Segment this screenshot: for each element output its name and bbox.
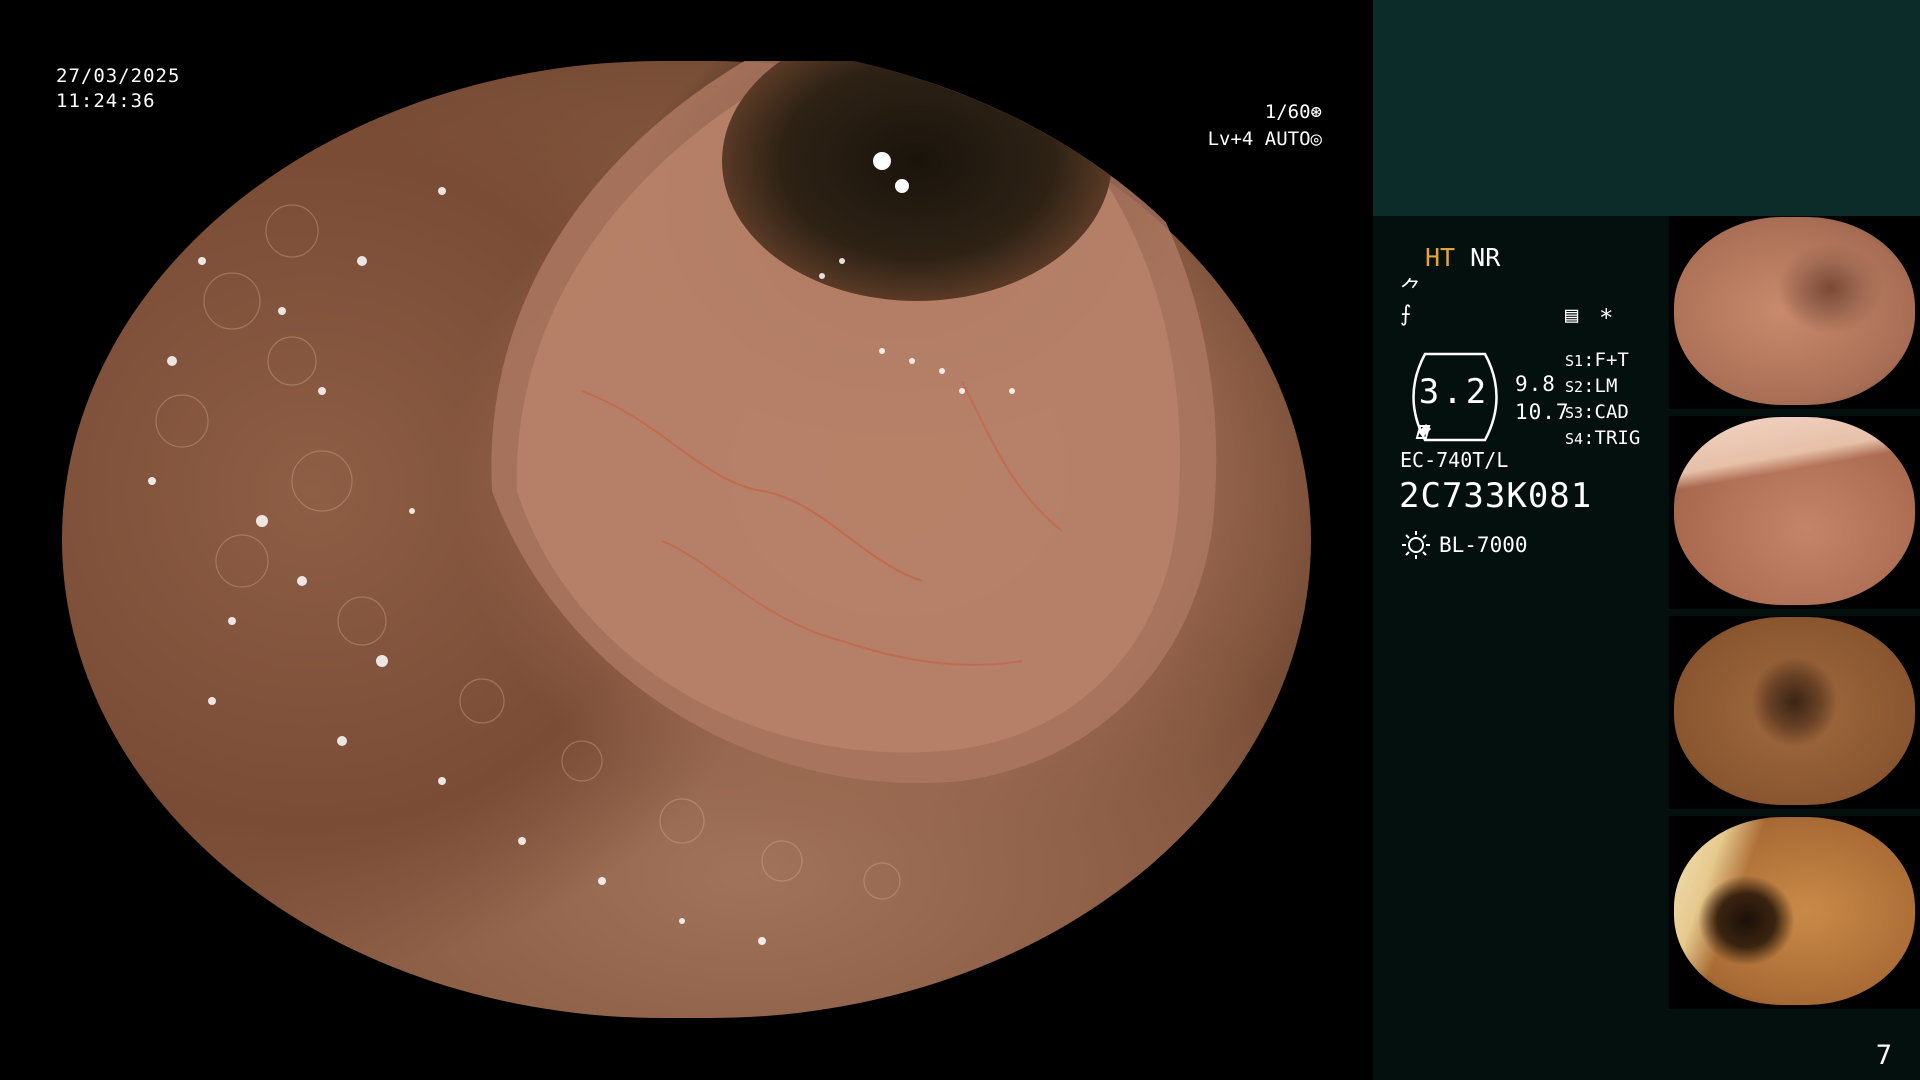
thumbnail-image (1674, 817, 1915, 1005)
ht-label: HT (1425, 243, 1456, 272)
endoscope-view: 27/03/2025 11:24:36 1/60⊛ Lv+4 AUTO◎ (0, 0, 1372, 1080)
side-panel: HT NR ⺈ ⨍ ▤ * 3.2 9.8 10.7 S1:F+T S2:LM … (1373, 0, 1920, 1080)
filter-icon: ⨍ (1400, 302, 1412, 327)
value-b: 10.7 (1515, 400, 1570, 424)
scope-model: EC-740T/L (1400, 448, 1509, 472)
shutter-speed: 1/60 (1264, 101, 1311, 123)
page-number: 7 (1875, 1040, 1892, 1071)
panel-header-band (1373, 0, 1920, 216)
shutter-line: 1/60⊛ (0, 99, 1322, 126)
level-line: Lv+4 AUTO◎ (0, 126, 1322, 153)
nr-label: NR (1470, 243, 1501, 272)
switch-row: S2:LM (1565, 375, 1618, 397)
thumbnail-1[interactable] (1669, 216, 1920, 409)
light-source: BL-7000 (1401, 530, 1528, 560)
aperture-icon: ⊛ (1310, 101, 1322, 123)
settings-list-icon: ▤ (1565, 303, 1579, 328)
value-a: 9.8 (1515, 372, 1556, 396)
asterisk-indicator: * (1599, 304, 1614, 332)
light-source-model: BL-7000 (1439, 533, 1528, 557)
zoom-value: 3.2 (1418, 372, 1490, 412)
switch-row: S1:F+T (1565, 349, 1629, 371)
date: 27/03/2025 (56, 65, 181, 87)
mode-header: HT NR (1425, 243, 1500, 272)
thumbnail-image (1674, 617, 1915, 805)
switch-row: S3:CAD (1565, 401, 1629, 423)
thumbnail-2[interactable] (1669, 416, 1920, 609)
enhancement-icon: ⺈ (1400, 278, 1423, 303)
thumbnail-3[interactable] (1669, 616, 1920, 809)
brightness-level: Lv+4 (1207, 128, 1254, 150)
lamp-icon (1402, 531, 1430, 559)
exposure-info: 1/60⊛ Lv+4 AUTO◎ (0, 99, 1322, 153)
iris-icon: ◎ (1310, 128, 1322, 150)
thumbnail-image (1674, 217, 1915, 405)
exposure-mode: AUTO (1264, 128, 1311, 150)
thumbnail-4[interactable] (1669, 816, 1920, 1009)
scope-serial: 2C733K081 (1399, 476, 1593, 516)
switch-assignments: S1:F+T S2:LM S3:CAD S4:TRIG (1565, 348, 1640, 452)
thumbnail-image (1674, 417, 1915, 605)
switch-row: S4:TRIG (1565, 427, 1641, 449)
endoscopic-image (62, 61, 1311, 1018)
